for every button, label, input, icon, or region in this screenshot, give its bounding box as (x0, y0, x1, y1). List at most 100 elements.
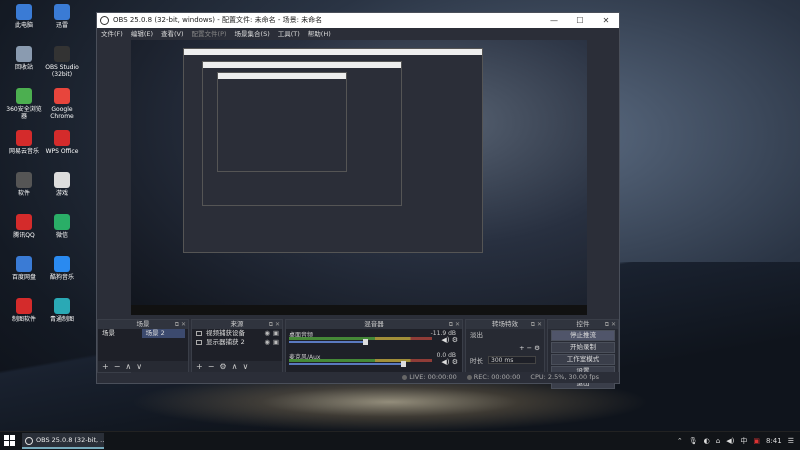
desktop-shortcut[interactable]: Google Chrome (42, 88, 82, 120)
desktop-shortcut[interactable]: 回收站 (4, 46, 44, 71)
nested-obs-window-2 (202, 61, 402, 206)
status-bar: LIVE: 00:00:00 REC: 00:00:00 CPU: 2.5%, … (131, 372, 619, 383)
desktop-shortcut-label: 微信 (55, 232, 68, 239)
add-scene-button[interactable]: + (102, 362, 109, 371)
speaker-icon[interactable]: ◀) (441, 358, 449, 366)
thunder-icon (54, 4, 70, 20)
desktop-shortcut-label: 迅雷 (55, 22, 68, 29)
source-properties-button[interactable]: ⚙ (219, 362, 226, 371)
scene-item[interactable]: 场景 (98, 329, 142, 338)
camera-icon (196, 331, 202, 336)
lock-icon[interactable]: ▣ (273, 329, 279, 338)
source-item[interactable]: 显示器捕获 2 ◉ ▣ (192, 338, 282, 347)
source-label: 视频捕获设备 (206, 329, 245, 337)
source-item[interactable]: 视频捕获设备 ◉ ▣ (192, 329, 282, 338)
microphone-icon[interactable]: 🎙 (689, 437, 698, 445)
menu-profile[interactable]: 配置文件(P) (192, 28, 227, 40)
mixer-title: 混音器 ⧉ ✕ (286, 320, 462, 329)
channel-controls: ◀) ⚙ (441, 336, 458, 344)
desktop-shortcut[interactable]: 腾讯QQ (4, 214, 44, 239)
maximize-button[interactable]: ☐ (567, 13, 593, 28)
notification-icon[interactable]: ▣ (753, 437, 760, 445)
nested-titlebar-1 (184, 49, 482, 55)
desktop-shortcut[interactable]: WPS Office (42, 130, 82, 155)
volume-slider[interactable] (289, 339, 368, 345)
menu-help[interactable]: 帮助(H) (308, 28, 331, 40)
desktop-shortcut-label: 游戏 (55, 190, 68, 197)
action-center-icon[interactable]: ☰ (788, 437, 794, 445)
channel-controls: ◀) ⚙ (441, 358, 458, 366)
wps-icon (54, 130, 70, 146)
taskbar-obs-app[interactable]: OBS 25.0.8 (32-bit, ... (22, 433, 104, 449)
desktop-shortcut[interactable]: 青通制图 (42, 298, 82, 323)
menu-scene-collection[interactable]: 场景集合(S) (235, 28, 270, 40)
add-transition-button[interactable]: + (519, 344, 524, 352)
computer-icon (16, 4, 32, 20)
desktop-shortcut[interactable]: OBS Studio (32bit) (42, 46, 82, 78)
mixer-channels: 桌面音频 -11.9 dB ◀) ⚙ 麦克风/Aux 0.0 dB ◀) ⚙ (286, 329, 462, 372)
menu-file[interactable]: 文件(F) (101, 28, 123, 40)
stop-streaming-button[interactable]: 停止推流 (551, 330, 615, 341)
studio-mode-button[interactable]: 工作室模式 (551, 354, 615, 365)
menu-edit[interactable]: 编辑(E) (131, 28, 153, 40)
remove-scene-button[interactable]: − (114, 362, 121, 371)
move-scene-down-button[interactable]: ∨ (136, 362, 142, 371)
move-source-up-button[interactable]: ∧ (232, 362, 238, 371)
desktop-shortcut-label: 酷狗音乐 (49, 274, 74, 281)
move-source-down-button[interactable]: ∨ (242, 362, 248, 371)
chevron-up-icon[interactable]: ⌃ (677, 437, 683, 445)
rec-status: REC: 00:00:00 (466, 372, 520, 383)
close-button[interactable]: ✕ (593, 13, 619, 28)
desktop-shortcut-label: 腾讯QQ (13, 232, 35, 239)
desktop-shortcut[interactable]: 游戏 (42, 172, 82, 197)
desktop-shortcut[interactable]: 微信 (42, 214, 82, 239)
start-recording-button[interactable]: 开始录制 (551, 342, 615, 353)
gear-icon[interactable]: ⚙ (452, 336, 458, 344)
menu-bar: 文件(F) 编辑(E) 查看(V) 配置文件(P) 场景集合(S) 工具(T) … (97, 28, 619, 40)
desktop-shortcut[interactable]: 迅雷 (42, 4, 82, 29)
speaker-icon[interactable]: ◀) (441, 336, 449, 344)
desktop-shortcut[interactable]: 制图软件 (4, 298, 44, 323)
desktop-shortcut[interactable]: 百度网盘 (4, 256, 44, 281)
scene-item-selected[interactable]: 场景 2 (141, 329, 186, 338)
obs-titlebar[interactable]: OBS 25.0.8 (32-bit, windows) - 配置文件: 未命名… (97, 13, 619, 28)
desktop-shortcut[interactable]: 酷狗音乐 (42, 256, 82, 281)
gear-icon[interactable]: ⚙ (452, 358, 458, 366)
volume-icon[interactable]: ◐ (704, 437, 710, 445)
windows-start-icon[interactable] (4, 435, 16, 447)
volume-slider[interactable] (289, 361, 406, 367)
visibility-icon[interactable]: ◉ (264, 338, 270, 347)
menu-view[interactable]: 查看(V) (161, 28, 184, 40)
minimize-button[interactable]: — (541, 13, 567, 28)
gear-icon[interactable]: ⚙ (534, 344, 540, 352)
lock-icon[interactable]: ▣ (273, 338, 279, 347)
desktop-shortcut[interactable]: 360安全浏览器 (4, 88, 44, 120)
move-scene-up-button[interactable]: ∧ (125, 362, 131, 371)
transitions-dock: 转场特效 ⧉ ✕ 淡出 + − ⚙ 时长 300 ms (465, 319, 545, 373)
duration-input[interactable]: 300 ms (488, 356, 536, 364)
speaker-icon[interactable]: ◀) (726, 437, 734, 445)
desktop-icons: 此电脑 迅雷回收站 OBS Studio (32bit) 360安全浏览器 Google… (0, 0, 90, 340)
remove-source-button[interactable]: − (208, 362, 215, 371)
sources-title: 来源 ⧉ ✕ (192, 320, 282, 329)
obs-window[interactable]: OBS 25.0.8 (32-bit, windows) - 配置文件: 未命名… (96, 12, 620, 389)
remove-transition-button[interactable]: − (527, 344, 532, 352)
sources-list: 视频捕获设备 ◉ ▣ 显示器捕获 2 ◉ ▣ (192, 329, 282, 361)
desktop-shortcut[interactable]: 网易云音乐 (4, 130, 44, 155)
menu-tools[interactable]: 工具(T) (278, 28, 300, 40)
transition-type[interactable]: 淡出 (466, 329, 544, 342)
desktop-shortcut[interactable]: 软件 (4, 172, 44, 197)
kugou-icon (54, 256, 70, 272)
add-source-button[interactable]: + (196, 362, 203, 371)
recycle-bin-icon (16, 46, 32, 62)
desktop-shortcut[interactable]: 此电脑 (4, 4, 44, 29)
transitions-title: 转场特效 ⧉ ✕ (466, 320, 544, 329)
ime-indicator[interactable]: 中 (740, 436, 747, 446)
visibility-icon[interactable]: ◉ (264, 329, 270, 338)
preview-canvas[interactable] (131, 40, 587, 315)
network-icon[interactable]: ⌂ (716, 437, 720, 445)
duration-row: 时长 300 ms (466, 355, 544, 368)
window-title: OBS 25.0.8 (32-bit, windows) - 配置文件: 未命名… (113, 16, 323, 24)
duration-label: 时长 (470, 357, 483, 365)
clock[interactable]: 8:41 (766, 437, 782, 445)
